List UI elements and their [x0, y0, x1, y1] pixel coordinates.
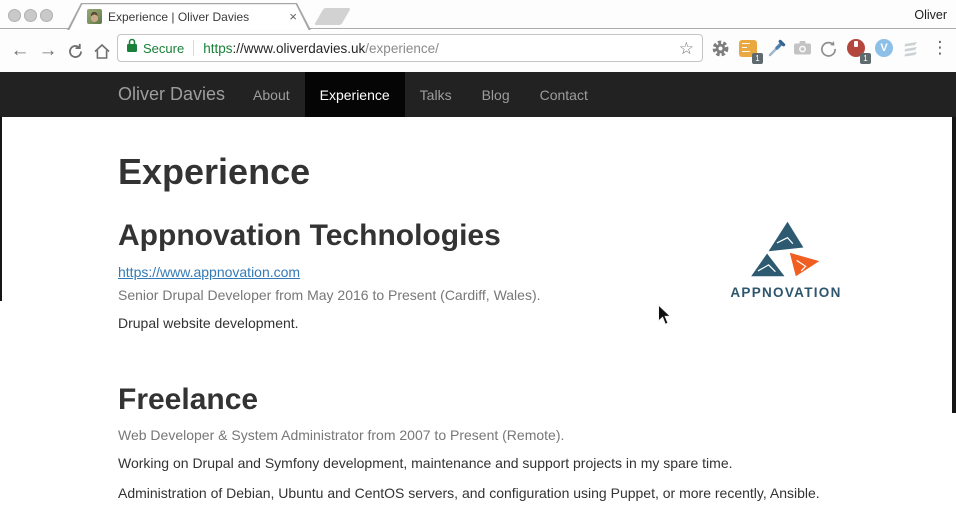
url-text: https://www.oliverdavies.uk/experience/	[203, 41, 439, 56]
omnibox-divider	[193, 40, 194, 56]
appnovation-logo-triangles	[736, 221, 836, 277]
nav-item-about[interactable]: About	[238, 72, 305, 117]
section-heading-freelance: Freelance	[118, 383, 844, 418]
tab-favicon	[87, 9, 102, 24]
address-bar[interactable]: Secure https://www.oliverdavies.uk/exper…	[117, 34, 703, 62]
nav-item-blog[interactable]: Blog	[467, 72, 525, 117]
freelance-description-2: Administration of Debian, Ubuntu and Cen…	[118, 484, 844, 504]
site-navbar: Oliver Davies About Experience Talks Blo…	[0, 72, 956, 117]
reload-icon[interactable]	[63, 30, 87, 72]
window-minimize-button[interactable]	[24, 9, 37, 22]
red-blocker-extension-icon[interactable]: 1	[845, 34, 867, 62]
page-title: Experience	[118, 152, 844, 192]
extension-badge: 1	[752, 53, 763, 64]
camera-extension-icon[interactable]	[791, 34, 813, 62]
padlock-icon[interactable]	[126, 38, 138, 58]
secure-label: Secure	[143, 41, 184, 56]
url-path: /experience/	[365, 41, 439, 56]
appnovation-logo-text: APPNOVATION	[727, 285, 845, 300]
eyedropper-extension-icon[interactable]	[766, 34, 788, 62]
window-close-button[interactable]	[8, 9, 21, 22]
extension-badge: 1	[860, 53, 871, 64]
refresh-extension-icon[interactable]	[817, 34, 839, 62]
gear-extension-icon[interactable]	[709, 34, 731, 62]
home-icon[interactable]	[90, 30, 114, 72]
navbar-brand[interactable]: Oliver Davies	[118, 84, 225, 105]
appnovation-link[interactable]: https://www.appnovation.com	[118, 264, 300, 280]
freelance-role-text: Web Developer & System Administrator fro…	[118, 426, 844, 446]
browser-toolbar: ← → Secure https://www.oliverdavies.uk/e…	[0, 30, 956, 72]
vimeo-extension-icon[interactable]: V	[873, 34, 895, 62]
freelance-description-1: Working on Drupal and Symfony developmen…	[118, 454, 844, 474]
tab-title: Experience | Oliver Davies	[108, 10, 281, 24]
nav-item-contact[interactable]: Contact	[525, 72, 603, 117]
nav-item-talks[interactable]: Talks	[405, 72, 467, 117]
capture-edge-left	[0, 117, 2, 301]
window-zoom-button[interactable]	[40, 9, 53, 22]
layers-extension-icon[interactable]	[900, 34, 922, 62]
chrome-menu-kebab-icon[interactable]: ⋮	[929, 34, 951, 62]
mouse-cursor	[657, 304, 673, 326]
browser-window: Oliver Experience | Oliver Davies × ← → …	[0, 0, 956, 523]
forward-icon[interactable]: →	[36, 30, 60, 72]
page-content: Experience Appnovation Technologies http…	[0, 117, 956, 523]
url-host: ://www.oliverdavies.uk	[232, 41, 365, 56]
chrome-profile-name[interactable]: Oliver	[914, 8, 947, 22]
capture-edge-right	[952, 117, 956, 413]
nav-item-experience[interactable]: Experience	[305, 72, 405, 117]
bookmark-star-icon[interactable]: ☆	[679, 40, 694, 57]
tab-close-icon[interactable]: ×	[287, 9, 299, 24]
ruler-extension-icon[interactable]: 1	[737, 34, 759, 62]
appnovation-description: Drupal website development.	[118, 314, 844, 334]
browser-tab[interactable]: Experience | Oliver Davies ×	[67, 3, 311, 30]
back-icon[interactable]: ←	[8, 30, 32, 72]
appnovation-logo: APPNOVATION	[727, 221, 845, 300]
url-scheme: https	[203, 41, 232, 56]
